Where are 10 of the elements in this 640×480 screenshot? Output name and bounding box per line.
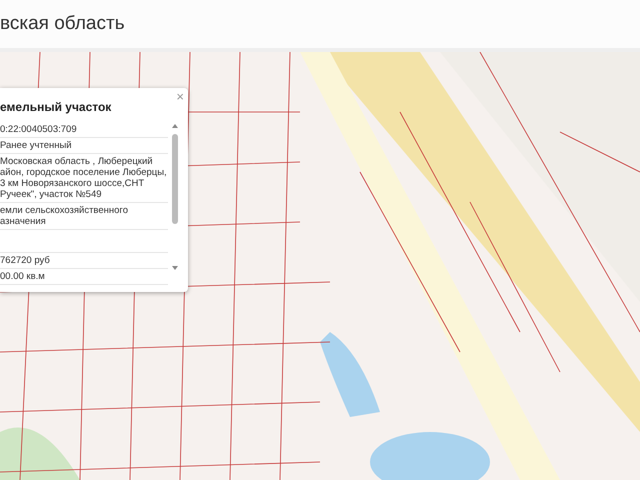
scrollbar[interactable] bbox=[170, 122, 180, 272]
popup-title: емельный участок bbox=[0, 100, 112, 114]
field-value: емли сельскохозяйственного азначения bbox=[0, 203, 168, 230]
field-value: 0:22:0040503:709 bbox=[0, 122, 168, 138]
field-value: Ранее учтенный bbox=[0, 138, 168, 154]
field-value: 00.00 кв.м bbox=[0, 269, 168, 285]
close-icon[interactable]: × bbox=[176, 90, 184, 103]
region-title: вская область bbox=[0, 13, 125, 35]
field-value: Московская область , Люберецкий айон, городское поселение Люберцы, 3 км Новорязанского шоссе,СНТ Ручеек", участок №549 bbox=[0, 154, 168, 203]
field-value: 762720 руб bbox=[0, 252, 168, 269]
